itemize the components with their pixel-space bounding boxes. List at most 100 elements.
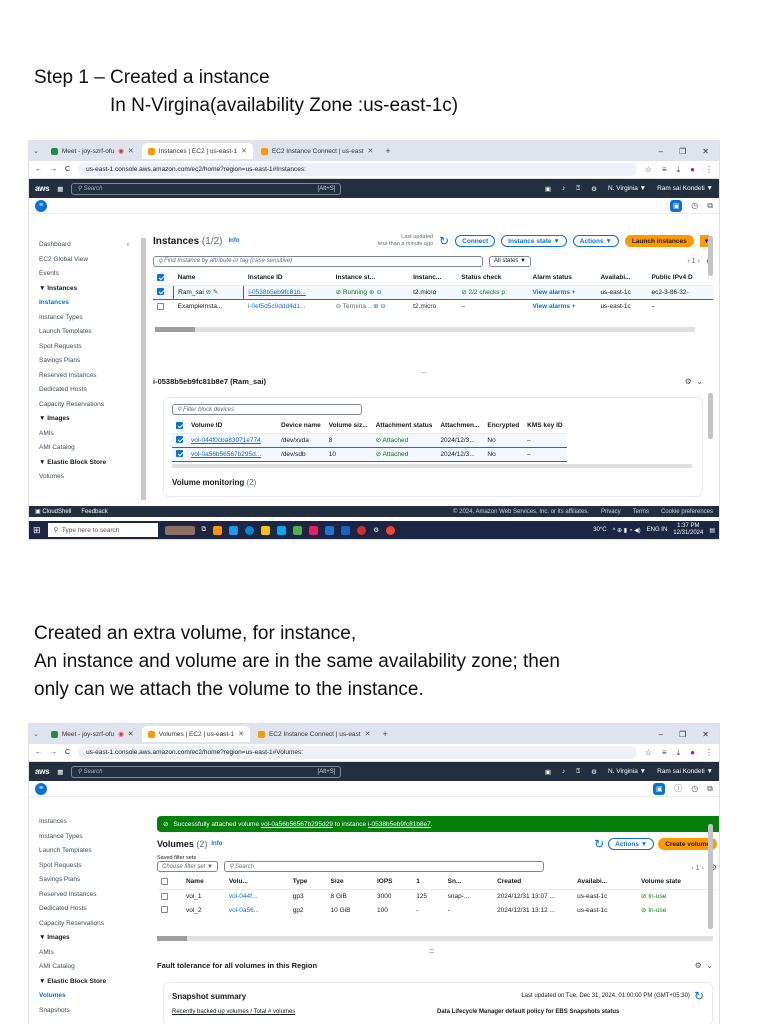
window-icon[interactable]: ⧉: [707, 201, 713, 211]
url-field[interactable]: us-east-1.console.aws.amazon.com/ec2/hom…: [78, 163, 637, 176]
forward-icon[interactable]: →: [50, 166, 57, 173]
services-grid-icon[interactable]: ▦: [57, 768, 63, 776]
cell-instance-id[interactable]: i-0538b5eb9fc81b...: [243, 284, 332, 300]
split-handle-icon[interactable]: =: [429, 946, 434, 956]
terms-link[interactable]: Terms: [633, 509, 649, 515]
forward-icon[interactable]: →: [50, 749, 57, 756]
col-header[interactable]: Type: [288, 875, 327, 890]
close-icon[interactable]: ✕: [238, 730, 244, 738]
col-header[interactable]: Volume state: [636, 875, 717, 890]
sidebar-item-reserved[interactable]: Reserved Instances: [39, 888, 147, 903]
panel-icon[interactable]: ▣: [670, 199, 683, 212]
sidebar-item-savings-plans[interactable]: Savings Plans: [39, 873, 147, 888]
view-alarms-link[interactable]: View alarms +: [529, 299, 597, 313]
col-header[interactable]: Status check: [457, 271, 529, 286]
account-menu[interactable]: Ram sai Kondeti ▼: [657, 768, 713, 775]
scroll-thumb[interactable]: [155, 327, 195, 332]
pagination[interactable]: ‹ 1 ›: [687, 258, 699, 265]
tray-icons[interactable]: ^ ⊕ ▮ ◔ ◀): [613, 527, 641, 534]
table-row[interactable]: vol_1 vol-044f... gp3 8 GiB 3000 125 sna…: [157, 889, 717, 903]
instance-filter-input[interactable]: ⚲ Find Instance by attribute or tag (cas…: [153, 255, 483, 267]
close-window-icon[interactable]: ✕: [702, 147, 709, 156]
sidebar-item-capacity[interactable]: Capacity Reservations: [39, 398, 147, 413]
url-field[interactable]: us-east-1.console.aws.amazon.com/ec2/hom…: [78, 746, 637, 759]
word-icon[interactable]: [325, 525, 335, 535]
minimize-icon[interactable]: –: [659, 147, 663, 156]
chevron-down-icon[interactable]: ⌄: [33, 147, 39, 155]
account-menu[interactable]: Ram sai Kondeti ▼: [657, 185, 713, 192]
col-header[interactable]: Volume ID: [187, 419, 277, 434]
aws-search-input[interactable]: ⚲ Search [Alt+S]: [71, 765, 342, 778]
sidebar-section-images[interactable]: ▼ Images: [39, 931, 147, 946]
checkbox[interactable]: [161, 892, 168, 900]
refresh-icon[interactable]: ↻: [694, 989, 704, 1003]
select-all[interactable]: [153, 271, 174, 286]
col-header[interactable]: Attachment status: [371, 419, 437, 434]
sidebar-item-launch-templates[interactable]: Launch Templates: [39, 844, 147, 859]
reload-icon[interactable]: C: [65, 166, 70, 173]
table-row[interactable]: vol-044f0cba83971e774 /dev/xvda 8 ⊘ Atta…: [172, 432, 567, 448]
minimize-icon[interactable]: –: [659, 730, 663, 739]
cloudshell-icon[interactable]: ▣: [545, 768, 551, 776]
volume-id-link[interactable]: vol-0a56...: [225, 903, 289, 917]
view-alarms-link[interactable]: View alarms +: [528, 284, 597, 300]
sidebar-item-events[interactable]: Events: [39, 267, 147, 282]
close-icon[interactable]: ✕: [368, 147, 374, 155]
recent-backups-label[interactable]: Recently backed up volumes / Total # vol…: [172, 1009, 437, 1015]
col-header[interactable]: Public IPv4 D: [647, 271, 713, 286]
col-header[interactable]: Alarm status: [528, 271, 597, 286]
sidebar-section-ebs[interactable]: ▼ Elastic Block Store: [39, 456, 147, 471]
menu-toggle-icon[interactable]: ≡: [35, 782, 47, 795]
main-scrollbar[interactable]: [708, 236, 713, 276]
app-icon[interactable]: [341, 525, 351, 535]
col-header[interactable]: Name: [181, 875, 225, 890]
maximize-icon[interactable]: ❐: [679, 730, 686, 739]
panel-icon[interactable]: ▣: [653, 782, 666, 795]
services-grid-icon[interactable]: ▦: [57, 185, 63, 193]
app-icon[interactable]: [309, 525, 319, 535]
state-filter-select[interactable]: All states ▼: [489, 255, 531, 267]
clock-icon[interactable]: ◷: [691, 201, 698, 210]
windows-start-icon[interactable]: ⊞: [33, 525, 41, 536]
app-icon[interactable]: [277, 525, 287, 535]
sidebar-item-spot-requests[interactable]: Spot Requests: [39, 340, 147, 355]
col-header[interactable]: Volume siz...: [324, 419, 372, 434]
browser-tab-active[interactable]: Volumes | EC2 | us-east-1 ✕: [141, 726, 250, 742]
browser-tab-active[interactable]: Instances | EC2 | us-east-1 ✕: [141, 143, 253, 159]
table-row[interactable]: vol-0a56b56567b295d... /dev/sdb 10 ⊘ Att…: [172, 446, 567, 462]
taskbar-search[interactable]: ⚲ Type here to search: [47, 523, 158, 537]
refresh-icon[interactable]: ↻: [439, 234, 449, 248]
clock[interactable]: 1:37 PM 12/31/2024: [673, 523, 703, 537]
help-icon[interactable]: ⍰: [576, 768, 580, 776]
volume-id-link[interactable]: vol-0a56b56567b295d...: [187, 446, 277, 462]
app-icon[interactable]: [213, 525, 223, 535]
col-header[interactable]: Volu...: [224, 875, 289, 890]
col-header[interactable]: Name: [173, 271, 244, 286]
sidebar-item-launch-templates[interactable]: Launch Templates: [39, 325, 147, 340]
main-scrollbar[interactable]: [708, 824, 713, 929]
checkbox[interactable]: [176, 436, 183, 444]
table-row[interactable]: vol_2 vol-0a56... gp2 10 GiB 100 - - 202…: [157, 903, 717, 917]
collapse-icon[interactable]: ‹: [127, 238, 129, 253]
feedback-link[interactable]: Feedback: [81, 509, 107, 515]
privacy-link[interactable]: Privacy: [601, 509, 621, 515]
col-header[interactable]: Availabi...: [596, 271, 648, 286]
app-icon[interactable]: [229, 525, 239, 535]
sidebar-item-instances[interactable]: Instances: [39, 815, 147, 830]
sidebar-scrollbar[interactable]: [141, 238, 146, 500]
region-selector[interactable]: N. Virginia ▼: [608, 185, 646, 192]
col-header[interactable]: Instance st...: [331, 271, 410, 286]
back-icon[interactable]: ←: [35, 749, 42, 756]
sidebar-section-ebs[interactable]: ▼ Elastic Block Store: [39, 975, 147, 990]
col-header[interactable]: 1: [412, 875, 444, 890]
table-row[interactable]: Ram_sai ⊘ ✎ i-0538b5eb9fc81b... ⊘ Runnin…: [153, 284, 713, 300]
volume-id-link[interactable]: vol-044f...: [225, 889, 289, 903]
clock-icon[interactable]: ◷: [691, 784, 698, 793]
actions-button[interactable]: Actions ▼: [608, 838, 655, 850]
sidebar-item-ami-catalog[interactable]: AMI Catalog: [39, 441, 147, 456]
cookie-link[interactable]: Cookie preferences: [661, 509, 713, 515]
col-header[interactable]: Size: [326, 875, 373, 890]
close-icon[interactable]: ✕: [365, 730, 371, 738]
sidebar-item-global-view[interactable]: EC2 Global View: [39, 253, 147, 268]
extensions-icon[interactable]: ≡: [662, 165, 667, 175]
